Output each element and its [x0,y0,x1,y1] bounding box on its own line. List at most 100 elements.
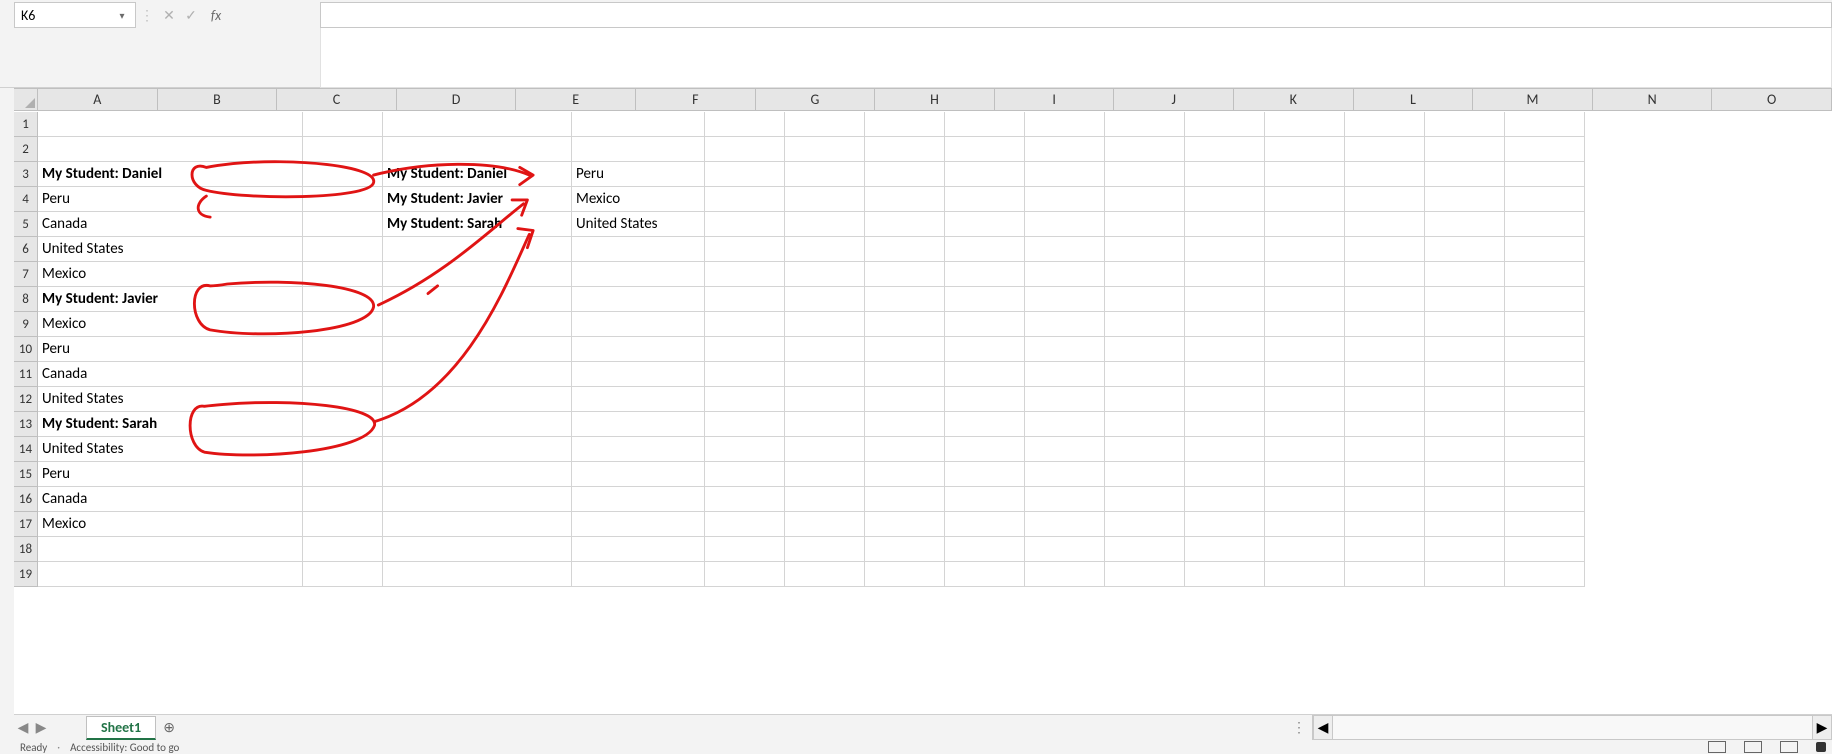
cell-O1[interactable] [1505,112,1585,137]
column-header-A[interactable]: A [38,89,158,110]
cell-H10[interactable] [945,337,1025,362]
cell-J11[interactable] [1105,362,1185,387]
column-header-B[interactable]: B [158,89,278,110]
cell-G18[interactable] [865,537,945,562]
cell-L11[interactable] [1265,362,1345,387]
cell-I7[interactable] [1025,262,1105,287]
cell-E3[interactable] [705,162,785,187]
cell-K13[interactable] [1185,412,1265,437]
cell-G10[interactable] [865,337,945,362]
cell-E9[interactable] [705,312,785,337]
cell-B17[interactable] [303,512,383,537]
cell-C17[interactable] [383,512,572,537]
cell-G9[interactable] [865,312,945,337]
cell-I17[interactable] [1025,512,1105,537]
cell-C13[interactable] [383,412,572,437]
cell-A18[interactable] [38,537,303,562]
cell-G4[interactable] [865,187,945,212]
cell-C6[interactable] [383,237,572,262]
cell-B16[interactable] [303,487,383,512]
cell-F17[interactable] [785,512,865,537]
cell-N3[interactable] [1425,162,1505,187]
cell-B8[interactable] [303,287,383,312]
cell-N4[interactable] [1425,187,1505,212]
cell-D7[interactable] [572,262,705,287]
cell-K3[interactable] [1185,162,1265,187]
cell-F18[interactable] [785,537,865,562]
column-header-K[interactable]: K [1234,89,1354,110]
cell-H5[interactable] [945,212,1025,237]
row-header-6[interactable]: 6 [14,237,38,262]
cell-A1[interactable] [38,112,303,137]
horizontal-scrollbar[interactable]: ◀ ▶ [1312,715,1832,740]
cell-C16[interactable] [383,487,572,512]
cell-K2[interactable] [1185,137,1265,162]
cell-I1[interactable] [1025,112,1105,137]
cell-B18[interactable] [303,537,383,562]
cell-L17[interactable] [1265,512,1345,537]
cell-K16[interactable] [1185,487,1265,512]
macro-record-icon[interactable] [1816,742,1826,752]
cell-D1[interactable] [572,112,705,137]
cell-L19[interactable] [1265,562,1345,587]
cell-I14[interactable] [1025,437,1105,462]
cell-G14[interactable] [865,437,945,462]
cell-O6[interactable] [1505,237,1585,262]
cell-B1[interactable] [303,112,383,137]
view-page-break-icon[interactable] [1780,741,1798,753]
cell-C11[interactable] [383,362,572,387]
cell-B2[interactable] [303,137,383,162]
cell-A14[interactable]: United States [38,437,303,462]
cell-O4[interactable] [1505,187,1585,212]
cell-I15[interactable] [1025,462,1105,487]
cell-L3[interactable] [1265,162,1345,187]
row-header-3[interactable]: 3 [14,162,38,187]
cell-A2[interactable] [38,137,303,162]
cell-A13[interactable]: My Student: Sarah [38,412,303,437]
cell-H15[interactable] [945,462,1025,487]
cell-M7[interactable] [1345,262,1425,287]
cell-G5[interactable] [865,212,945,237]
tab-options-icon[interactable]: ⋮ [1286,715,1312,740]
cell-F15[interactable] [785,462,865,487]
cell-D3[interactable]: Peru [572,162,705,187]
cell-K8[interactable] [1185,287,1265,312]
cell-M15[interactable] [1345,462,1425,487]
row-header-9[interactable]: 9 [14,312,38,337]
cell-E4[interactable] [705,187,785,212]
column-header-G[interactable]: G [756,89,876,110]
cell-K5[interactable] [1185,212,1265,237]
cell-F3[interactable] [785,162,865,187]
cell-F13[interactable] [785,412,865,437]
cell-F1[interactable] [785,112,865,137]
cell-M9[interactable] [1345,312,1425,337]
spreadsheet-grid[interactable]: ABCDEFGHIJKLMNO 123My Student: DanielMy … [14,88,1832,714]
cell-N14[interactable] [1425,437,1505,462]
cell-C7[interactable] [383,262,572,287]
cell-E19[interactable] [705,562,785,587]
cell-G13[interactable] [865,412,945,437]
cell-O9[interactable] [1505,312,1585,337]
row-header-13[interactable]: 13 [14,412,38,437]
cell-H12[interactable] [945,387,1025,412]
cell-M19[interactable] [1345,562,1425,587]
cell-N11[interactable] [1425,362,1505,387]
cell-A3[interactable]: My Student: Daniel [38,162,303,187]
cell-C2[interactable] [383,137,572,162]
cell-M14[interactable] [1345,437,1425,462]
cell-K11[interactable] [1185,362,1265,387]
cell-E6[interactable] [705,237,785,262]
cell-G8[interactable] [865,287,945,312]
cell-D16[interactable] [572,487,705,512]
cell-J6[interactable] [1105,237,1185,262]
row-header-19[interactable]: 19 [14,562,38,587]
cell-J1[interactable] [1105,112,1185,137]
cell-E8[interactable] [705,287,785,312]
cell-F7[interactable] [785,262,865,287]
cell-O3[interactable] [1505,162,1585,187]
cell-I16[interactable] [1025,487,1105,512]
cell-M13[interactable] [1345,412,1425,437]
cell-L18[interactable] [1265,537,1345,562]
cell-F6[interactable] [785,237,865,262]
cell-H14[interactable] [945,437,1025,462]
